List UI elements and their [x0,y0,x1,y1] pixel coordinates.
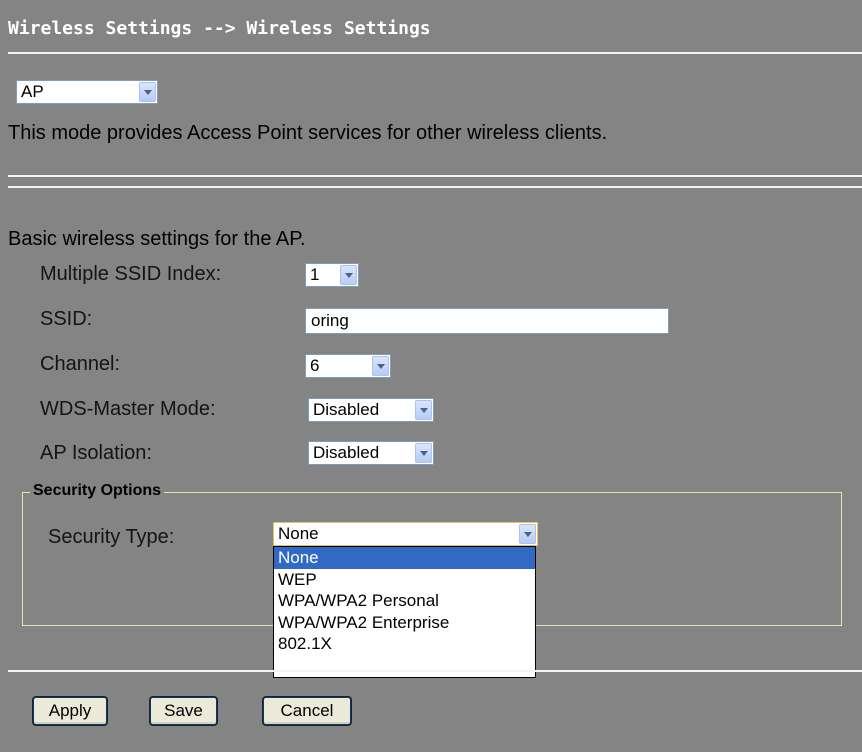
save-button[interactable]: Save [150,697,217,725]
security-type-label: Security Type: [48,526,175,548]
security-type-dropdown: None WEP WPA/WPA2 Personal WPA/WPA2 Ente… [273,546,536,678]
channel-label: Channel: [40,353,121,375]
chevron-down-icon[interactable] [415,443,432,463]
security-option-8021x[interactable]: 802.1X [274,633,535,655]
apply-button[interactable]: Apply [33,697,107,725]
channel-select[interactable]: 6 [305,354,391,378]
security-type-value: None [278,524,319,543]
divider [8,175,862,177]
wds-master-value: Disabled [313,400,380,419]
mode-select-value: AP [21,82,44,101]
chevron-down-icon[interactable] [372,356,389,376]
security-options-legend: Security Options [30,482,165,500]
mode-description: This mode provides Access Point services… [8,122,608,144]
divider [8,186,862,188]
ssid-index-select[interactable]: 1 [305,263,359,287]
security-option-wep[interactable]: WEP [274,569,535,591]
ssid-input[interactable] [305,308,669,334]
ap-isolation-select[interactable]: Disabled [308,441,434,465]
page-title: Wireless Settings --> Wireless Settings [8,18,431,39]
divider [8,670,862,672]
chevron-down-icon[interactable] [139,82,156,102]
divider [8,52,862,54]
ssid-index-label: Multiple SSID Index: [40,263,222,285]
channel-value: 6 [310,356,320,375]
chevron-down-icon[interactable] [340,265,357,285]
ssid-label: SSID: [40,308,93,330]
security-option-wpa-personal[interactable]: WPA/WPA2 Personal [274,590,535,612]
wds-master-select[interactable]: Disabled [308,398,434,422]
security-option-wpa-enterprise[interactable]: WPA/WPA2 Enterprise [274,612,535,634]
ap-isolation-label: AP Isolation: [40,442,152,464]
security-option-none[interactable]: None [274,547,535,569]
chevron-down-icon[interactable] [415,400,432,420]
basic-settings-heading: Basic wireless settings for the AP. [8,228,306,250]
mode-select[interactable]: AP [16,80,158,104]
chevron-down-icon[interactable] [519,524,536,544]
security-type-select[interactable]: None [273,522,538,546]
cancel-button[interactable]: Cancel [263,697,351,725]
ap-isolation-value: Disabled [313,443,380,462]
wds-master-label: WDS-Master Mode: [40,398,216,420]
ssid-index-value: 1 [310,265,320,284]
